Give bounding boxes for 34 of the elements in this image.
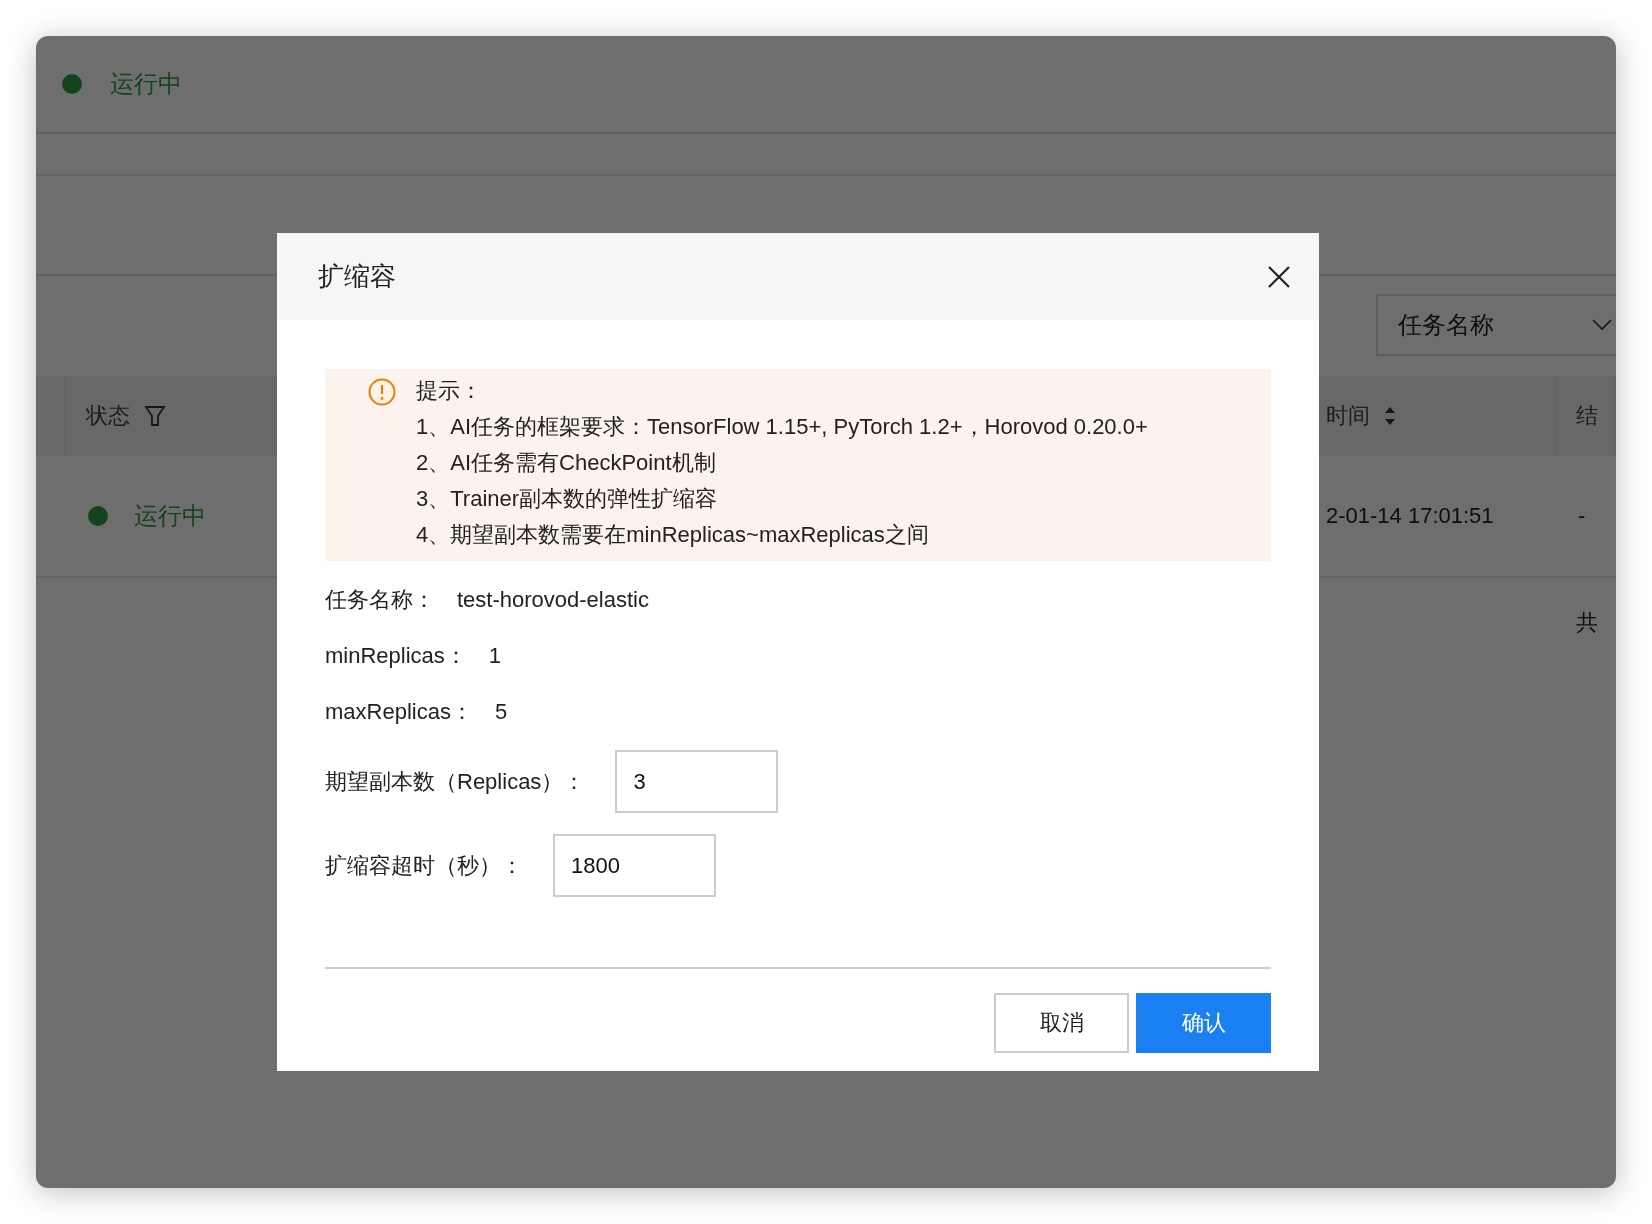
notice-title: 提示： xyxy=(416,377,483,405)
table-cell: - xyxy=(1578,503,1586,529)
filter-select[interactable]: 任务名称 xyxy=(1376,294,1616,356)
field-label: 扩缩容超时（秒）： xyxy=(325,851,523,880)
cancel-button[interactable]: 取消 xyxy=(994,993,1129,1053)
sort-icon[interactable] xyxy=(1384,405,1396,427)
warning-icon xyxy=(368,378,396,406)
chevron-down-icon xyxy=(1592,319,1612,331)
status-dot xyxy=(62,74,82,94)
field-label: minReplicas： xyxy=(325,642,467,670)
dialog-title: 扩缩容 xyxy=(318,260,396,293)
column-label: 时间 xyxy=(1326,402,1370,430)
status-text: 运行中 xyxy=(134,501,206,531)
status-dot xyxy=(88,506,108,526)
notice-text: 1、AI任务的框架要求：TensorFlow 1.15+, PyTorch 1.2+，Horovod 0.20.0+ xyxy=(416,413,1148,441)
column-label: 状态 xyxy=(86,402,130,430)
notice-text: 3、Trainer副本数的弹性扩缩容 xyxy=(416,485,719,513)
input-field[interactable]: 1800 xyxy=(553,834,716,897)
field-value: 5 xyxy=(494,699,508,725)
field-label: 任务名称： xyxy=(325,586,435,614)
column-label: 结 xyxy=(1576,402,1598,430)
confirm-button[interactable]: 确认 xyxy=(1136,993,1271,1053)
pagination-total: 共 xyxy=(1576,609,1599,637)
notice-text: 4、期望副本数需要在minReplicas~maxReplicas之间 xyxy=(416,521,930,549)
filter-icon[interactable] xyxy=(144,405,166,427)
status-text: 运行中 xyxy=(110,69,182,99)
field-value: 1 xyxy=(488,643,502,669)
notice-text: 2、AI任务需有CheckPoint机制 xyxy=(416,449,717,477)
field-label: maxReplicas： xyxy=(325,698,473,726)
close-icon[interactable] xyxy=(1267,264,1291,289)
input-field[interactable]: 3 xyxy=(615,750,779,813)
field-value: test-horovod-elastic xyxy=(457,587,649,613)
field-label: 期望副本数（Replicas）： xyxy=(325,767,586,796)
table-cell: 2-01-14 17:01:51 xyxy=(1326,503,1494,529)
